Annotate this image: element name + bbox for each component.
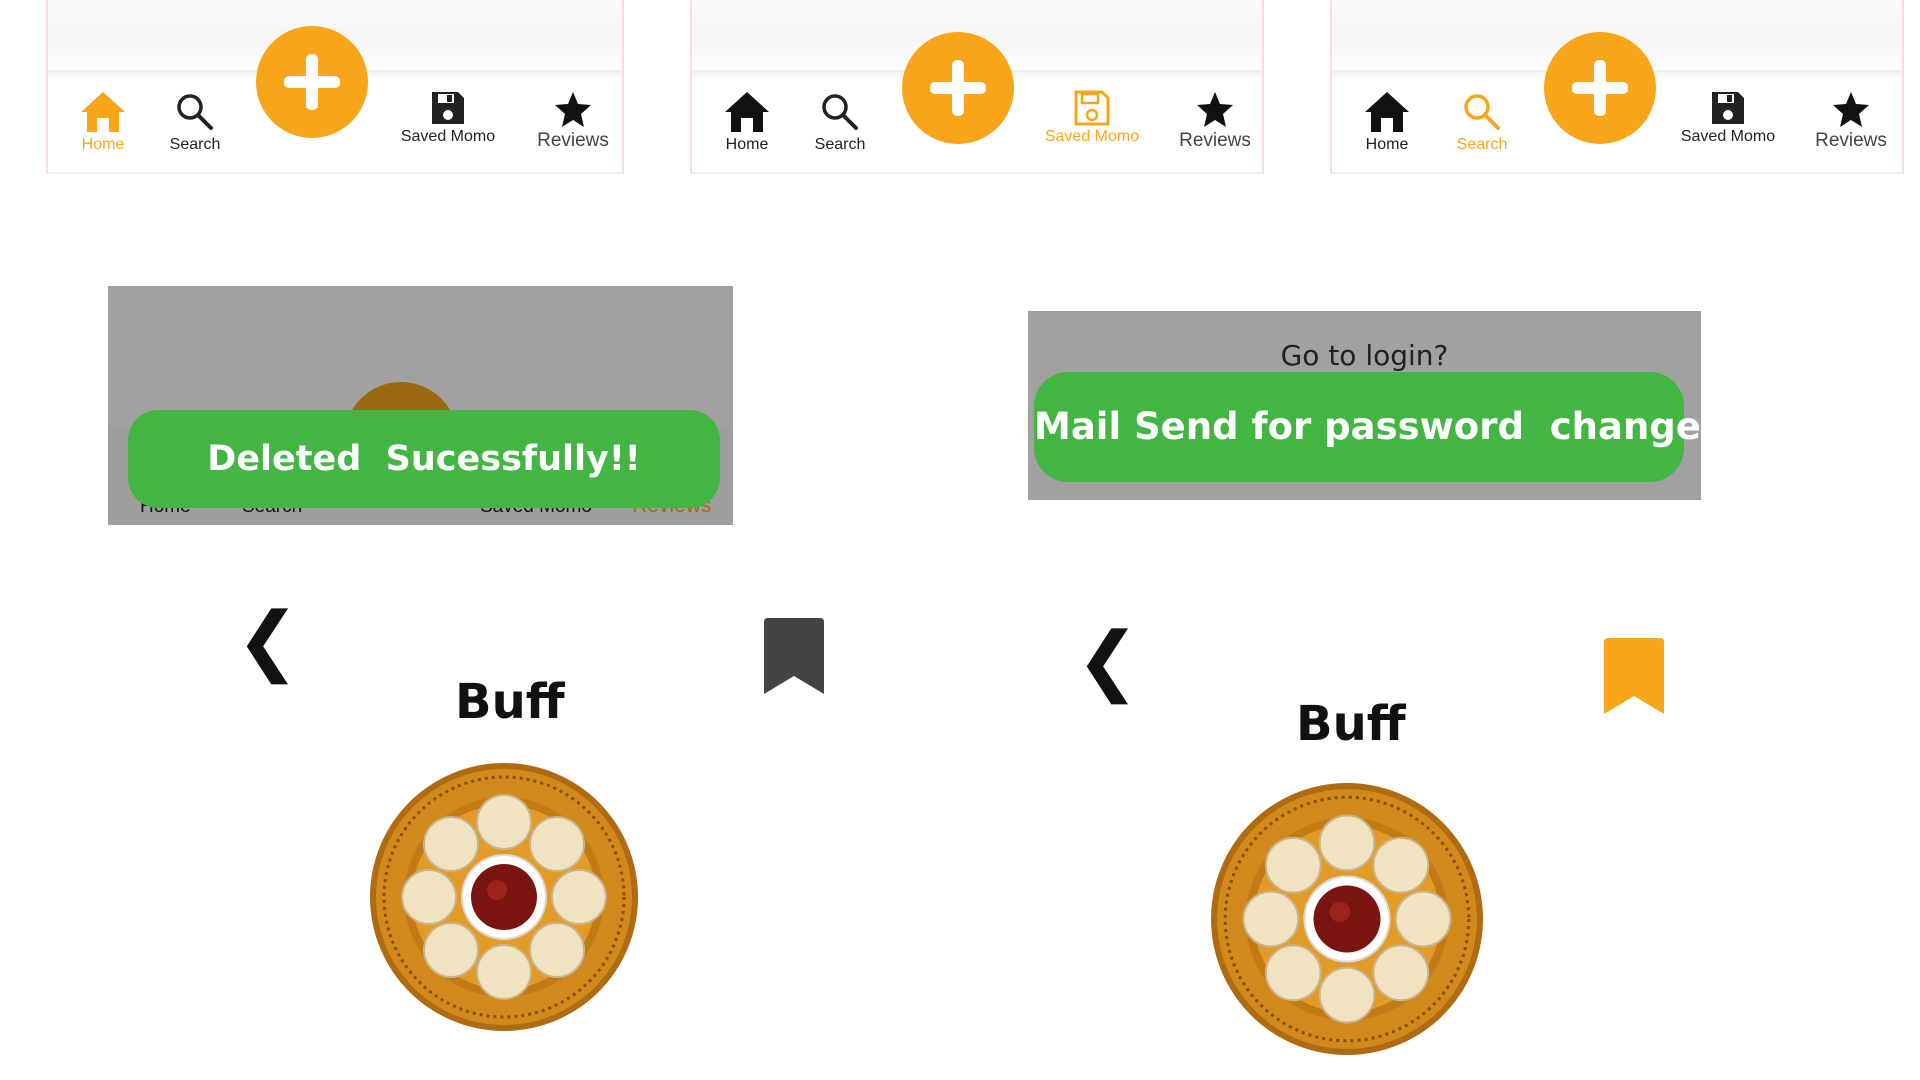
home-icon xyxy=(725,92,769,132)
search-icon xyxy=(177,94,213,130)
momo-detail-saved: ❮ Buff xyxy=(1060,610,1680,1070)
mail-toast-screen: Go to login? Mail Send for password chan… xyxy=(1028,311,1701,500)
floppy-disk-icon xyxy=(1074,90,1110,126)
add-button[interactable] xyxy=(256,26,368,138)
search-icon xyxy=(822,94,858,130)
floppy-disk-icon xyxy=(432,92,464,124)
mail-sent-toast: Mail Send for password change! xyxy=(1034,372,1701,482)
momo-title: Buff xyxy=(1296,696,1406,752)
plus-icon xyxy=(1572,60,1628,116)
tab-search-label: Search xyxy=(169,136,221,153)
tab-saved[interactable]: Saved Momo xyxy=(1022,90,1162,146)
tab-search[interactable]: Search xyxy=(1427,90,1537,154)
home-icon xyxy=(81,92,125,132)
back-button[interactable]: ❮ xyxy=(236,602,300,678)
tab-saved[interactable]: Saved Momo xyxy=(378,90,518,146)
back-button[interactable]: ❮ xyxy=(1076,622,1140,698)
star-icon xyxy=(1197,92,1233,127)
momo-detail-unsaved: ❮ Buff xyxy=(220,590,840,1060)
bookmark-icon[interactable] xyxy=(1604,638,1664,714)
tab-search[interactable]: Search xyxy=(140,90,250,154)
tab-reviews[interactable]: Reviews xyxy=(1786,90,1916,152)
go-to-login-link[interactable]: Go to login? xyxy=(1028,339,1701,372)
plus-icon xyxy=(930,60,986,116)
mail-sent-message: Mail Send for password change! xyxy=(1034,405,1701,448)
tab-bar-home-active: Home Search Saved Momo Reviews xyxy=(46,0,624,174)
momo-title: Buff xyxy=(455,674,565,730)
star-icon xyxy=(1833,92,1869,127)
tab-search-label: Search xyxy=(1456,136,1508,153)
tab-saved[interactable]: Saved Momo xyxy=(1658,90,1798,146)
tab-home[interactable]: Home xyxy=(1332,90,1442,154)
tab-saved-label: Saved Momo xyxy=(1044,128,1140,145)
tab-reviews-label: Reviews xyxy=(1179,130,1251,151)
deleted-success-message: Deleted Sucessfully!! xyxy=(207,439,641,479)
search-icon xyxy=(1464,94,1500,130)
tab-search-label: Search xyxy=(814,136,866,153)
add-button[interactable] xyxy=(902,32,1014,144)
floppy-disk-icon xyxy=(1712,92,1744,124)
tab-saved-label: Saved Momo xyxy=(400,128,496,145)
tab-bar-search-active: Home Search Saved Momo Reviews xyxy=(1330,0,1904,174)
deleted-toast-screen: Home Search Saved Momo Reviews Deleted S… xyxy=(108,286,733,525)
add-button[interactable] xyxy=(1544,32,1656,144)
bookmark-icon[interactable] xyxy=(764,618,824,694)
plus-icon xyxy=(284,54,340,110)
tab-reviews[interactable]: Reviews xyxy=(508,90,638,152)
home-icon xyxy=(1365,92,1409,132)
momo-plate-image xyxy=(1211,783,1483,1055)
tab-reviews[interactable]: Reviews xyxy=(1150,90,1280,152)
tab-saved-label: Saved Momo xyxy=(1680,128,1776,145)
tab-home-label: Home xyxy=(1365,136,1409,153)
momo-plate-image xyxy=(370,763,638,1031)
tab-search[interactable]: Search xyxy=(785,90,895,154)
tab-bar-saved-active: Home Search Saved Momo Reviews xyxy=(690,0,1264,174)
star-icon xyxy=(555,92,591,127)
tab-reviews-label: Reviews xyxy=(1815,130,1887,151)
deleted-success-toast: Deleted Sucessfully!! xyxy=(128,410,720,508)
tab-reviews-label: Reviews xyxy=(537,130,609,151)
